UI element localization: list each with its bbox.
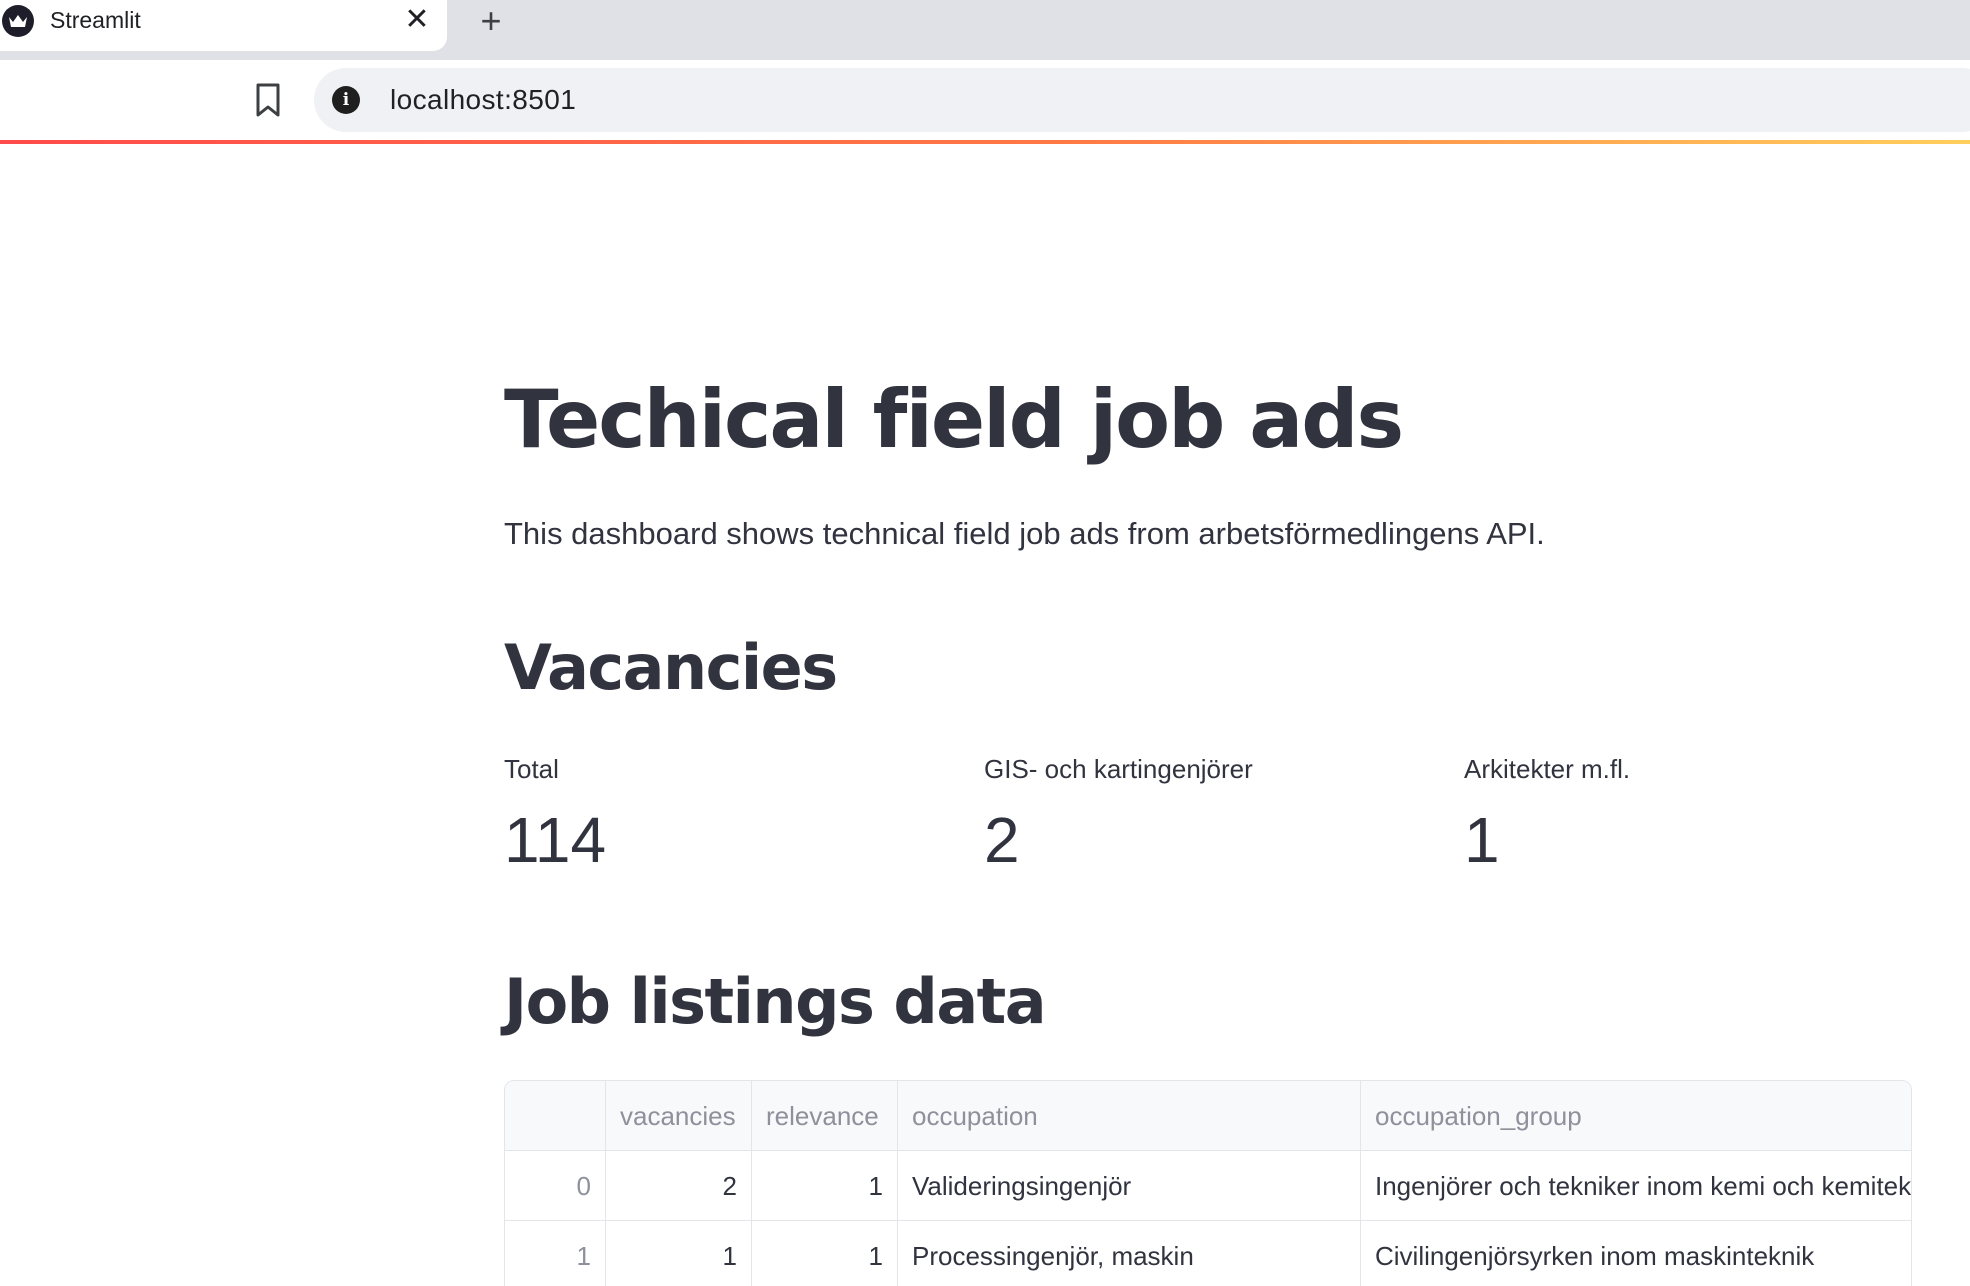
row-index-cell[interactable]: 1 [505,1221,606,1286]
column-header-vacancies[interactable]: vacancies [606,1081,752,1151]
metric-label: Arkitekter m.fl. [1464,754,1631,784]
new-tab-button[interactable]: + [474,2,508,40]
vacancies-cell[interactable]: 2 [606,1151,752,1221]
page-title: Techical field job ads [504,373,1404,466]
occupation-cell[interactable]: Valideringsingenjör [898,1151,1361,1221]
metric-gis: GIS- och kartingenjörer 2 [984,752,1444,876]
site-info-icon[interactable]: i [332,86,360,114]
streamlit-crown-icon [2,5,34,37]
metric-total: Total 114 [504,752,964,876]
close-tab-icon[interactable]: ✕ [402,4,432,36]
vacancies-cell[interactable]: 1 [606,1221,752,1286]
column-header-relevance[interactable]: relevance [752,1081,898,1151]
occupation-cell[interactable]: Processingenjör, maskin [898,1221,1361,1286]
tab-strip: Streamlit ✕ + [0,0,1970,60]
vacancies-heading: Vacancies [504,631,838,704]
url-text[interactable]: localhost:8501 [390,82,576,118]
streamlit-app: Techical field job ads This dashboard sh… [0,144,1970,1286]
occupation-group-cell[interactable]: Ingenjörer och tekniker inom kemi och ke… [1361,1151,1911,1221]
row-index-cell[interactable]: 0 [505,1151,606,1221]
tab-title: Streamlit [50,7,141,33]
relevance-cell[interactable]: 1 [752,1221,898,1286]
job-listings-dataframe[interactable]: vacancies relevance occupation occupatio… [504,1080,1912,1286]
metric-label: GIS- och kartingenjörer [984,754,1253,784]
metric-value: 2 [984,804,1020,876]
job-listings-heading: Job listings data [504,965,1047,1038]
relevance-cell[interactable]: 1 [752,1151,898,1221]
browser-toolbar: i localhost:8501 [0,60,1970,140]
metric-arkitekter: Arkitekter m.fl. 1 [1464,752,1924,876]
metric-label: Total [504,754,559,784]
table-header-row: vacancies relevance occupation occupatio… [505,1081,1911,1151]
column-header-occupation-group[interactable]: occupation_group [1361,1081,1911,1151]
metric-value: 1 [1464,804,1500,876]
occupation-group-cell[interactable]: Civilingenjörsyrken inom maskinteknik [1361,1221,1911,1286]
page-description: This dashboard shows technical field job… [504,516,1545,551]
browser-tab[interactable]: Streamlit ✕ [0,0,447,51]
address-bar[interactable]: i localhost:8501 [314,68,1970,132]
column-header-occupation[interactable]: occupation [898,1081,1361,1151]
bookmark-icon[interactable] [254,82,282,118]
metric-value: 114 [504,804,607,876]
browser-window: Streamlit ✕ + i localhost:8501 Techical … [0,0,1970,1286]
column-header-index[interactable] [505,1081,606,1151]
table-row: 0 2 1 Valideringsingenjör Ingenjörer och… [505,1151,1911,1221]
table-row: 1 1 1 Processingenjör, maskin Civilingen… [505,1221,1911,1286]
